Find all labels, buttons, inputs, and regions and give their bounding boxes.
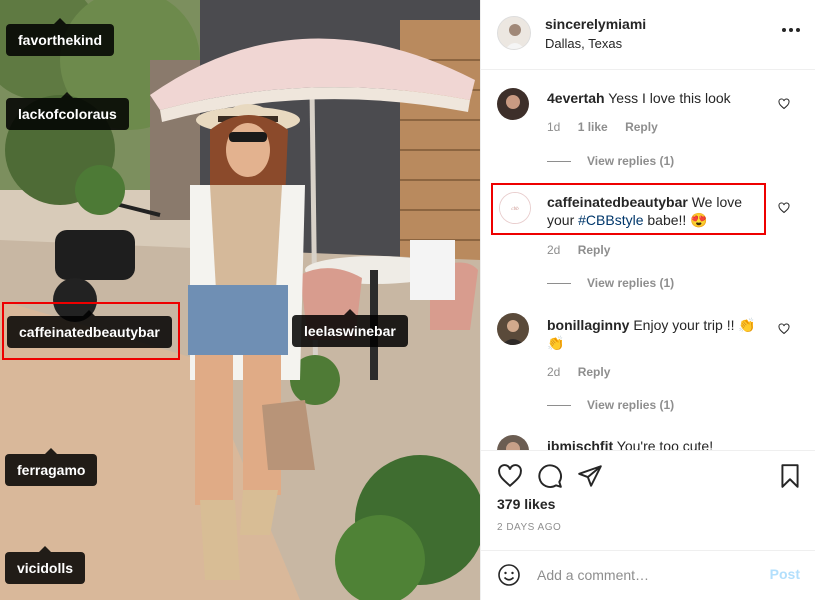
reply-button[interactable]: Reply (578, 243, 611, 257)
commenter-avatar[interactable]: cbb (499, 192, 531, 224)
post-side-panel: sincerelymiami Dallas, Texas 4evertah Ye… (480, 0, 815, 600)
comment-age: 2d (547, 243, 561, 257)
comment-body-end: babe!! 😍 (643, 212, 708, 228)
reply-button[interactable]: Reply (625, 120, 658, 134)
author-avatar[interactable] (497, 16, 531, 50)
comment-meta: 1d 1 like Reply (547, 120, 672, 134)
commenter-avatar[interactable] (497, 88, 529, 120)
view-replies-button[interactable]: View replies (1) (547, 154, 674, 168)
comment-username[interactable]: 4evertah (547, 90, 605, 106)
like-comment-heart-icon[interactable] (778, 202, 790, 214)
comment-like-count[interactable]: 1 like (578, 120, 608, 134)
svg-text:cbb: cbb (511, 207, 519, 212)
comment-username[interactable]: caffeinatedbeautybar (547, 194, 688, 210)
comment-text: 4evertah Yess I love this look (547, 89, 772, 107)
photo-tag-caffeinatedbeautybar[interactable]: caffeinatedbeautybar (7, 310, 172, 348)
view-replies-button[interactable]: View replies (1) (547, 276, 674, 290)
photo-tag-lackofcoloraus[interactable]: lackofcoloraus (6, 92, 129, 130)
commenter-avatar[interactable] (497, 435, 529, 450)
photo-tag-ferragamo[interactable]: ferragamo (5, 448, 98, 486)
comment-text: bonillaginny Enjoy your trip !! 👏👏 (547, 316, 772, 352)
view-replies-button[interactable]: View replies (1) (547, 398, 674, 412)
emoji-icon[interactable] (497, 563, 521, 587)
comment-body: You're too cute! (616, 438, 714, 450)
like-comment-heart-icon[interactable] (778, 323, 790, 335)
reply-button[interactable]: Reply (578, 365, 611, 379)
comment-age: 2d (547, 365, 561, 379)
street-scene-image (0, 0, 480, 600)
post-header: sincerelymiami Dallas, Texas (481, 0, 815, 70)
comment-age: 1d (547, 120, 561, 134)
comment-text: caffeinatedbeautybar We love your #CBBst… (547, 193, 772, 229)
add-comment-bar: Post (481, 550, 815, 600)
likes-count[interactable]: 379 likes (497, 496, 555, 512)
comment-username[interactable]: jbmischfit (547, 438, 613, 450)
comment-meta: 2d Reply (547, 243, 624, 257)
post-timestamp[interactable]: 2 DAYS AGO (497, 522, 561, 533)
photo-tag-favorthekind[interactable]: favorthekind (6, 18, 115, 56)
author-username[interactable]: sincerelymiami (545, 16, 646, 32)
share-paper-plane-icon[interactable] (577, 463, 603, 489)
save-bookmark-icon[interactable] (777, 463, 803, 489)
post-comment-button[interactable]: Post (770, 566, 800, 582)
photo-tag-leelaswinebar[interactable]: leelaswinebar (292, 309, 408, 347)
comment-bubble-icon[interactable] (537, 463, 563, 489)
comment-meta: 2d Reply (547, 365, 624, 379)
like-comment-heart-icon[interactable] (778, 98, 790, 110)
comment-input[interactable] (537, 563, 757, 587)
comments-list[interactable]: 4evertah Yess I love this look 1d 1 like… (481, 71, 815, 450)
comment-hashtag-link[interactable]: #CBBstyle (578, 212, 643, 228)
comment-text: jbmischfit You're too cute! (547, 437, 772, 450)
comment-body: Yess I love this look (608, 90, 731, 106)
photo-tag-vicidolls[interactable]: vicidolls (5, 546, 86, 584)
post-actions: 379 likes 2 DAYS AGO (481, 450, 815, 550)
more-options-icon[interactable] (782, 28, 800, 34)
like-heart-icon[interactable] (497, 463, 523, 489)
comment-username[interactable]: bonillaginny (547, 317, 629, 333)
commenter-avatar[interactable] (497, 313, 529, 345)
post-location[interactable]: Dallas, Texas (545, 36, 622, 51)
post-photo[interactable]: favorthekind lackofcoloraus caffeinatedb… (0, 0, 480, 600)
